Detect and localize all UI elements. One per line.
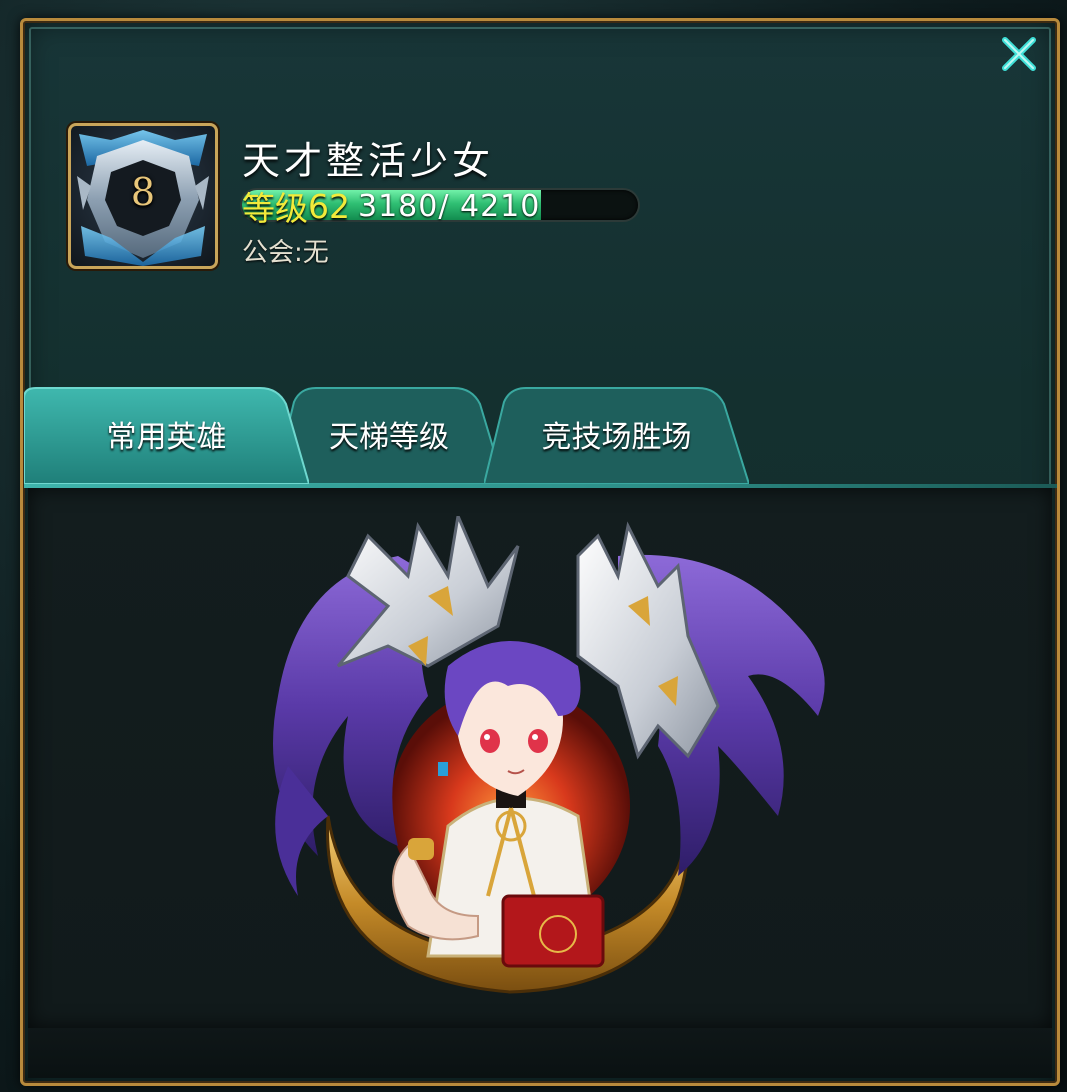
level-value: 62 (308, 186, 350, 226)
guild-label: 公会:无 (242, 238, 329, 268)
tab-ladder-level-label: 天梯等级 (329, 420, 449, 455)
tab-arena-wins[interactable]: 竞技场胜场 (484, 384, 749, 484)
rank-badge-avatar[interactable]: 8 (68, 123, 218, 269)
player-name: 天才整活少女 (242, 139, 495, 183)
close-icon (1002, 37, 1036, 71)
rank-number: 8 (130, 170, 156, 214)
tab-common-heroes[interactable]: 常用英雄 (24, 384, 309, 484)
hero-portrait[interactable] (258, 510, 838, 996)
level-row: 等级 62 3180/ 4210 (242, 186, 638, 228)
exp-text: 3180/ 4210 (358, 188, 541, 224)
game-screen: 8 天才整活少女 等级 62 3180/ 4210 公会:无 天梯等级 竞技场胜… (0, 0, 1067, 1092)
purple-haired-hero-portrait-icon (273, 510, 825, 994)
bottom-strip (28, 1028, 1052, 1078)
close-button[interactable] (995, 30, 1043, 78)
tab-common-heroes-label: 常用英雄 (106, 420, 227, 455)
level-label: 等级 (242, 189, 308, 228)
tab-arena-wins-label: 竞技场胜场 (541, 420, 692, 455)
tab-strip: 天梯等级 竞技场胜场 常用英雄 (24, 384, 1057, 488)
